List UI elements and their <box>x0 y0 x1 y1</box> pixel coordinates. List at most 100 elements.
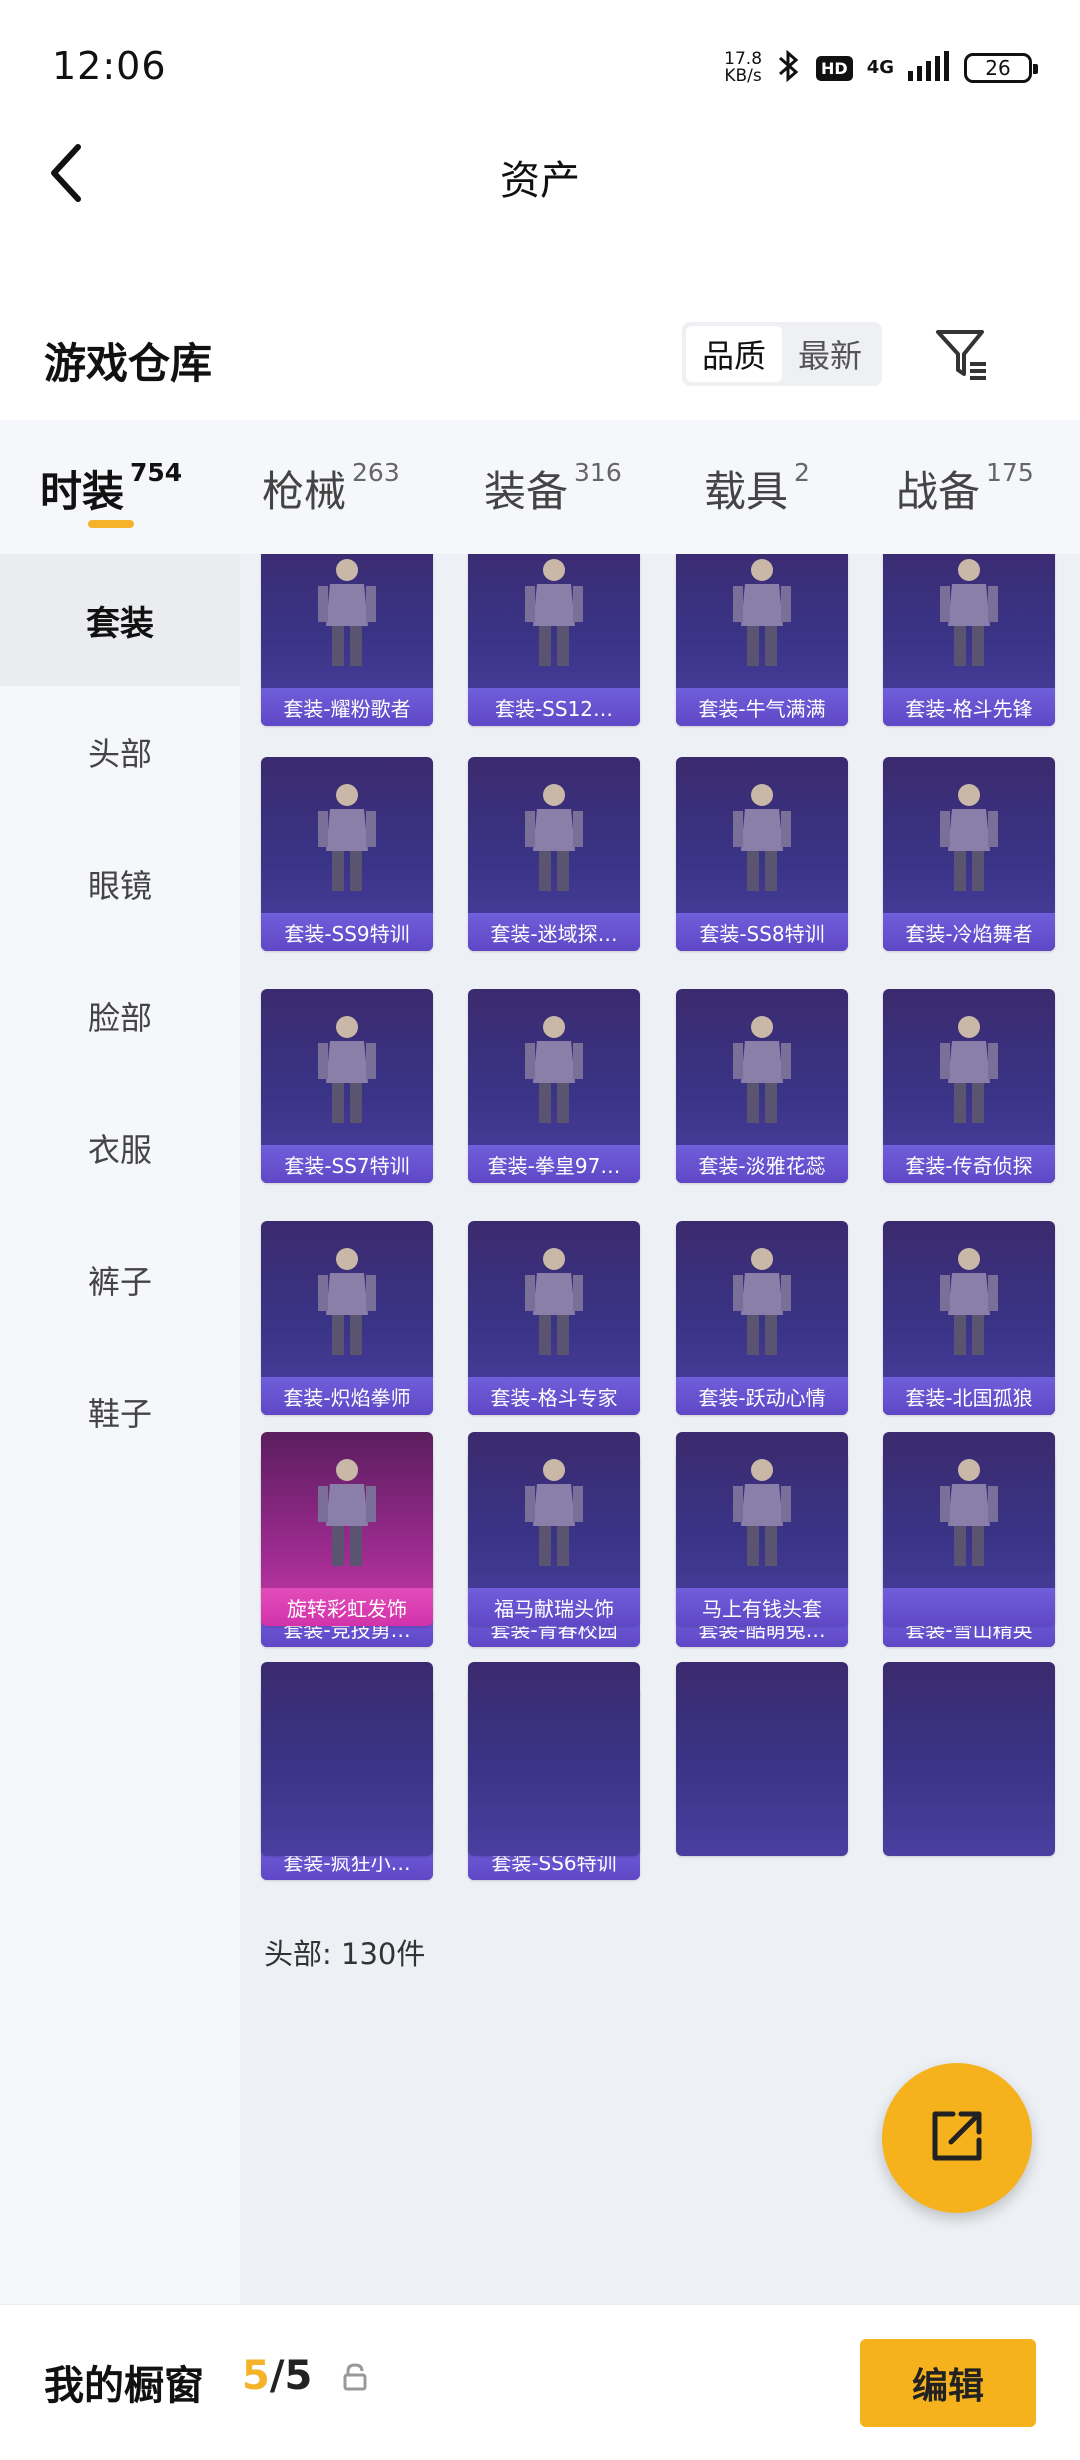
head-item[interactable] <box>883 1662 1055 1856</box>
sort-option-newest[interactable]: 最新 <box>782 326 878 382</box>
tab-vehicles[interactable]: 载具 2 <box>704 458 810 519</box>
sidebar-item-shoes[interactable]: 鞋子 <box>0 1346 240 1478</box>
sort-option-quality[interactable]: 品质 <box>686 326 782 382</box>
head-item[interactable] <box>261 1662 433 1856</box>
item-name: 套装-北国孤狼 <box>883 1377 1055 1415</box>
suit-item[interactable]: 套装-冷焰舞者 <box>883 757 1055 951</box>
suit-item[interactable]: 套装-SS8特训 <box>676 757 848 951</box>
suit-item[interactable]: 套装-炽焰拳师 <box>261 1221 433 1415</box>
suit-item[interactable]: 套装-北国孤狼 <box>883 1221 1055 1415</box>
tab-count: 2 <box>794 458 810 487</box>
item-name: 套装-炽焰拳师 <box>261 1377 433 1415</box>
sidebar-item-clothes[interactable]: 衣服 <box>0 1082 240 1214</box>
suit-item[interactable]: 套装-格斗专家 <box>468 1221 640 1415</box>
battery-level: 26 <box>985 56 1011 80</box>
outfit-thumbnail-icon <box>924 554 1014 678</box>
signal-icon <box>908 51 950 85</box>
tab-count: 263 <box>352 458 400 487</box>
head-item[interactable] <box>883 1432 1055 1626</box>
suit-item[interactable]: 套装-跃动心情 <box>676 1221 848 1415</box>
sidebar-item-glasses[interactable]: 眼镜 <box>0 818 240 950</box>
item-name: 套装-SS8特训 <box>676 913 848 951</box>
sidebar-item-face[interactable]: 脸部 <box>0 950 240 1082</box>
sort-toggle: 品质 最新 <box>682 322 882 386</box>
outfit-thumbnail-icon <box>302 1011 392 1135</box>
hd-badge: HD <box>816 55 853 81</box>
network-speed: 17.8 KB/s <box>724 51 762 85</box>
subcategory-sidebar: 套装 头部 眼镜 脸部 衣服 裤子 鞋子 <box>0 554 240 2304</box>
outfit-thumbnail-icon <box>717 1243 807 1367</box>
edit-button[interactable]: 编辑 <box>860 2339 1036 2427</box>
lock-icon <box>342 2363 368 2395</box>
item-name: 套装-冷焰舞者 <box>883 913 1055 951</box>
tab-count: 754 <box>130 458 183 487</box>
item-name: 福马献瑞头饰 <box>468 1588 640 1626</box>
warehouse-header: 游戏仓库 品质 最新 <box>0 300 1080 410</box>
item-name: 套装-迷域探… <box>468 913 640 951</box>
outfit-thumbnail-icon <box>302 1454 392 1578</box>
tab-active-indicator <box>88 520 134 528</box>
item-name: 套装-SS9特训 <box>261 913 433 951</box>
suit-item[interactable]: 套装-SS7特训 <box>261 989 433 1183</box>
tab-supplies[interactable]: 战备 175 <box>896 458 1034 519</box>
outfit-thumbnail-icon <box>717 779 807 903</box>
suit-item[interactable]: 套装-耀粉歌者 <box>261 554 433 726</box>
suit-item[interactable]: 套装-牛气满满 <box>676 554 848 726</box>
suit-item[interactable]: 套装-迷域探… <box>468 757 640 951</box>
tab-count: 175 <box>986 458 1034 487</box>
battery-icon: 26 <box>964 53 1038 83</box>
head-item[interactable]: 马上有钱头套 <box>676 1432 848 1626</box>
sidebar-item-suit[interactable]: 套装 <box>0 554 240 686</box>
item-name: 套装-传奇侦探 <box>883 1145 1055 1183</box>
suit-item[interactable]: 套装-SS12… <box>468 554 640 726</box>
section-label-head: 头部: 130件 <box>264 1937 426 1971</box>
outfit-thumbnail-icon <box>302 1243 392 1367</box>
item-name: 套装-牛气满满 <box>676 688 848 726</box>
item-name: 旋转彩虹发饰 <box>261 1588 433 1626</box>
tab-label: 时装 <box>40 467 125 516</box>
outfit-thumbnail-icon <box>717 1011 807 1135</box>
head-item[interactable] <box>676 1662 848 1856</box>
tab-label: 枪械 <box>262 467 347 516</box>
item-grid: 头部: 130件 套装-耀粉歌者 套装-SS12… 套装-牛气满满 套装-格斗先锋 套装… <box>240 554 1080 2304</box>
filter-icon <box>932 330 992 390</box>
status-time: 12:06 <box>52 44 167 88</box>
item-name: 套装-耀粉歌者 <box>261 688 433 726</box>
showcase-count: 5/5 <box>242 2353 312 2399</box>
sidebar-item-pants[interactable]: 裤子 <box>0 1214 240 1346</box>
suit-item[interactable]: 套装-传奇侦探 <box>883 989 1055 1183</box>
suit-item[interactable]: 套装-拳皇97… <box>468 989 640 1183</box>
outfit-thumbnail-icon <box>924 779 1014 903</box>
tab-label: 战备 <box>896 467 981 516</box>
sidebar-item-head[interactable]: 头部 <box>0 686 240 818</box>
outfit-thumbnail-icon <box>509 554 599 678</box>
tab-equipment[interactable]: 装备 316 <box>484 458 622 519</box>
outfit-thumbnail-icon <box>302 779 392 903</box>
showcase-count-total: /5 <box>269 2353 313 2399</box>
nav-bar: 资产 <box>0 130 1080 220</box>
item-name: 套装-SS7特训 <box>261 1145 433 1183</box>
outfit-thumbnail-icon <box>717 1454 807 1578</box>
tab-label: 载具 <box>704 467 789 516</box>
tab-fashion[interactable]: 时装 754 <box>40 458 182 519</box>
head-item[interactable] <box>468 1662 640 1856</box>
status-icons: 17.8 KB/s HD 4G 26 <box>724 46 1038 90</box>
filter-button[interactable] <box>932 322 992 386</box>
outfit-thumbnail-icon <box>302 554 392 678</box>
external-link-icon <box>925 2104 989 2172</box>
tab-weapons[interactable]: 枪械 263 <box>262 458 400 519</box>
category-tabs: 时装 754 枪械 263 装备 316 载具 2 战备 175 <box>0 420 1080 554</box>
network-type: 4G <box>866 57 894 78</box>
suit-item[interactable]: 套装-淡雅花蕊 <box>676 989 848 1183</box>
speed-unit: KB/s <box>724 66 762 86</box>
tab-count: 316 <box>574 458 622 487</box>
item-name: 套装-SS12… <box>468 688 640 726</box>
head-item[interactable]: 旋转彩虹发饰 <box>261 1432 433 1626</box>
suit-item[interactable]: 套装-格斗先锋 <box>883 554 1055 726</box>
head-item[interactable]: 福马献瑞头饰 <box>468 1432 640 1626</box>
outfit-thumbnail-icon <box>509 1243 599 1367</box>
item-name: 套装-格斗先锋 <box>883 688 1055 726</box>
suit-item[interactable]: 套装-SS9特训 <box>261 757 433 951</box>
item-name: 套装-拳皇97… <box>468 1145 640 1183</box>
share-button[interactable] <box>882 2063 1032 2213</box>
